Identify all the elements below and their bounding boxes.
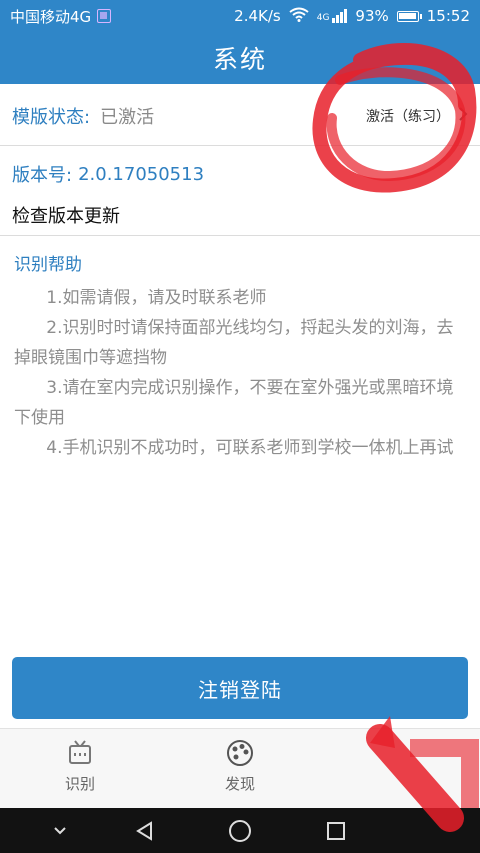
help-item: 2.识别时时请保持面部光线均匀，捋起头发的刘海，去掉眼镜围巾等遮挡物 <box>14 318 454 368</box>
help-section: 识别帮助 1.如需请假，请及时联系老师 2.识别时时请保持面部光线均匀，捋起头发… <box>0 250 480 463</box>
help-item: 3.请在室内完成识别操作，不要在室外强光或黑暗环境下使用 <box>14 378 454 428</box>
logout-label: 注销登陆 <box>198 677 282 702</box>
signal-icon: 4G <box>317 9 348 23</box>
tab-recognize-label: 识别 <box>64 775 95 793</box>
recent-apps-icon[interactable] <box>316 808 356 853</box>
version-value: 2.0.17050513 <box>78 163 205 185</box>
tab-discover[interactable]: 发现 <box>200 739 280 794</box>
check-update-row[interactable]: 检查版本更新 <box>0 194 480 236</box>
network-speed: 2.4K/s <box>234 7 281 25</box>
logout-button[interactable]: 注销登陆 <box>12 657 468 719</box>
status-bar: 中国移动4G 2.4K/s 4G 93% 15:52 <box>0 0 480 32</box>
wifi-icon <box>289 7 309 26</box>
sim-icon <box>97 9 112 23</box>
network-type: 4G <box>316 13 330 23</box>
template-status-label: 模版状态: <box>12 106 91 128</box>
battery-icon <box>396 10 422 22</box>
version-label: 版本号: <box>12 165 73 186</box>
page-header: 系统 <box>0 32 480 84</box>
help-item: 4.手机识别不成功时，可联系老师到学校一体机上再试 <box>46 438 454 458</box>
help-item: 1.如需请假，请及时联系老师 <box>46 288 267 308</box>
page-title: 系统 <box>212 45 267 74</box>
back-icon[interactable] <box>125 808 165 853</box>
tab-discover-label: 发现 <box>224 775 255 793</box>
battery-percent: 93% <box>355 7 389 25</box>
check-update-label: 检查版本更新 <box>12 205 120 227</box>
activate-practice-link[interactable]: 激活（练习） <box>366 106 468 126</box>
tv-icon <box>67 739 93 767</box>
clock: 15:52 <box>426 7 470 25</box>
bottom-tab-bar: 识别 发现 <box>0 728 480 808</box>
activate-practice-label: 激活（练习） <box>366 108 450 125</box>
chevron-right-icon <box>458 106 468 126</box>
collapse-chevron-icon[interactable] <box>40 808 80 853</box>
tab-recognize[interactable]: 识别 <box>40 739 120 794</box>
help-title: 识别帮助 <box>14 255 82 275</box>
carrier-label: 中国移动4G <box>10 7 92 26</box>
system-nav-bar <box>0 808 480 853</box>
template-status-row: 模版状态: 已激活 激活（练习） <box>0 86 480 146</box>
palette-icon <box>226 739 254 767</box>
version-row: 版本号: 2.0.17050513 <box>0 152 480 196</box>
template-status-value: 已激活 <box>100 106 155 128</box>
home-icon[interactable] <box>220 808 260 853</box>
